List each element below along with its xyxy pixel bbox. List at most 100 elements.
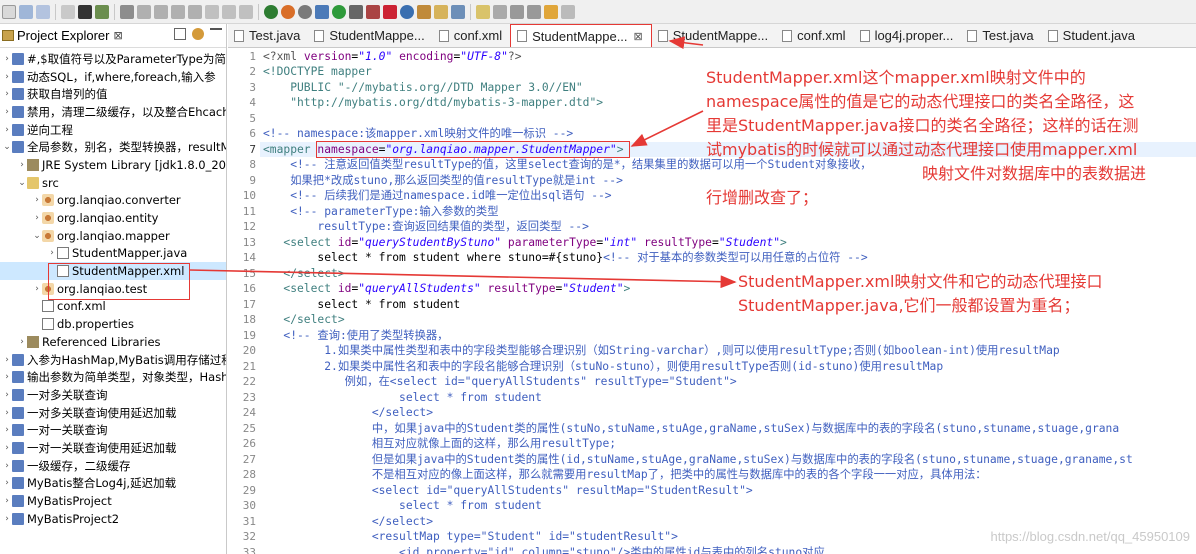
expand-arrow-icon[interactable]: › — [2, 514, 12, 524]
tree-item[interactable]: › 输出参数为简单类型，对象类型，Hash — [0, 368, 226, 386]
tree-item[interactable]: › org.lanqiao.test — [0, 280, 226, 298]
view-menu-icon[interactable] — [210, 28, 222, 40]
new-package-icon[interactable] — [417, 4, 431, 19]
tree-item[interactable]: › 一级缓存，二级缓存 — [0, 457, 226, 475]
expand-arrow-icon[interactable]: › — [17, 337, 27, 347]
tree-item[interactable]: › MyBatisProject — [0, 492, 226, 510]
tree-item[interactable]: › org.lanqiao.converter — [0, 192, 226, 210]
tree-item[interactable]: › 获取自增列的值 — [0, 85, 226, 103]
expand-arrow-icon[interactable]: › — [32, 213, 42, 223]
word-wrap-icon[interactable] — [493, 4, 507, 19]
editor-tab[interactable]: Student.java — [1042, 24, 1143, 47]
external-tools-icon[interactable] — [366, 4, 380, 19]
expand-arrow-icon[interactable]: › — [2, 372, 12, 382]
editor-tab[interactable]: StudentMappe... — [652, 24, 776, 47]
expand-arrow-icon[interactable]: › — [32, 284, 42, 294]
expand-arrow-icon[interactable]: › — [47, 248, 57, 258]
forward-icon[interactable] — [561, 4, 575, 19]
step-over-icon[interactable] — [222, 4, 236, 19]
editor-tab[interactable]: StudentMappe... — [308, 24, 432, 47]
line-number: 7 — [249, 142, 256, 156]
disconnect-icon[interactable] — [188, 4, 202, 19]
tree-item[interactable]: › 入参为HashMap,MyBatis调用存储过程 — [0, 351, 226, 369]
editor-tab[interactable]: log4j.proper... — [854, 24, 962, 47]
expand-arrow-icon[interactable]: ⌄ — [32, 231, 42, 241]
tree-item[interactable]: › StudentMapper.java — [0, 245, 226, 263]
expand-arrow-icon[interactable]: › — [2, 425, 12, 435]
server-icon[interactable] — [264, 4, 278, 19]
tree-item[interactable]: › org.lanqiao.entity — [0, 209, 226, 227]
expand-arrow-icon[interactable]: › — [2, 89, 12, 99]
annotation-prev-icon[interactable] — [527, 4, 541, 19]
tree-item[interactable]: ⌄ src — [0, 174, 226, 192]
expand-arrow-icon[interactable]: › — [2, 443, 12, 453]
tree-item[interactable]: › MyBatisProject2 — [0, 510, 226, 528]
maven-icon[interactable] — [281, 4, 295, 19]
save-all-icon[interactable] — [36, 4, 50, 19]
expand-arrow-icon[interactable]: › — [2, 355, 12, 365]
stop-icon[interactable] — [383, 4, 397, 19]
expand-arrow-icon[interactable]: › — [2, 408, 12, 418]
tree-item[interactable]: › 禁用，清理二级缓存，以及整合Ehcach — [0, 103, 226, 121]
print-icon[interactable] — [61, 4, 75, 19]
tree-item[interactable]: › #,$取值符号以及ParameterType为简 — [0, 50, 226, 68]
expand-arrow-icon[interactable]: › — [2, 107, 12, 117]
debug-config-icon[interactable] — [95, 4, 109, 19]
close-tab-icon[interactable]: ⊠ — [634, 30, 643, 43]
back-icon[interactable] — [544, 4, 558, 19]
editor-tab[interactable]: Test.java — [961, 24, 1041, 47]
expand-arrow-icon[interactable]: ⌄ — [17, 178, 27, 188]
gear-icon[interactable] — [298, 4, 312, 19]
terminal-icon[interactable] — [78, 4, 92, 19]
expand-arrow-icon[interactable]: ⌄ — [2, 142, 12, 152]
expand-arrow-icon[interactable]: › — [32, 195, 42, 205]
tree-item[interactable]: › 一对一关联查询 — [0, 421, 226, 439]
tree-item[interactable]: › 一对多关联查询使用延迟加载 — [0, 404, 226, 422]
tree-item[interactable]: StudentMapper.xml — [0, 262, 226, 280]
expand-arrow-icon[interactable]: › — [2, 478, 12, 488]
tree-item[interactable]: db.properties — [0, 315, 226, 333]
expand-arrow-icon[interactable]: › — [2, 125, 12, 135]
editor-tab[interactable]: conf.xml — [433, 24, 510, 47]
editor-tab[interactable]: conf.xml — [776, 24, 853, 47]
editor-tab[interactable]: StudentMappe... ⊠ — [510, 24, 652, 47]
skip-breakpoints-icon[interactable] — [120, 4, 134, 19]
tree-item[interactable]: › JRE System Library [jdk1.8.0_201] — [0, 156, 226, 174]
close-icon[interactable]: ⊠ — [113, 29, 122, 42]
link-editor-icon[interactable] — [192, 28, 204, 40]
new-file-icon[interactable] — [2, 4, 16, 19]
save-icon[interactable] — [19, 4, 33, 19]
debug-icon[interactable] — [315, 4, 329, 19]
tree-item[interactable]: ⌄ org.lanqiao.mapper — [0, 227, 226, 245]
tree-item[interactable]: conf.xml — [0, 298, 226, 316]
tree-item[interactable]: › 动态SQL，if,where,foreach,输入参 — [0, 68, 226, 86]
expand-arrow-icon[interactable]: › — [2, 390, 12, 400]
annotation-next-icon[interactable] — [510, 4, 524, 19]
mark-occurrences-icon[interactable] — [476, 4, 490, 19]
resume-icon[interactable] — [137, 4, 151, 19]
tree-item[interactable]: › Referenced Libraries — [0, 333, 226, 351]
open-type-icon[interactable] — [434, 4, 448, 19]
search-icon[interactable] — [451, 4, 465, 19]
collapse-all-icon[interactable] — [174, 28, 186, 40]
tree-item[interactable]: › 一对多关联查询 — [0, 386, 226, 404]
terminate-icon[interactable] — [171, 4, 185, 19]
editor-tab[interactable]: Test.java — [228, 24, 308, 47]
tree-item[interactable]: ⌄ 全局参数，别名，类型转换器，resultM — [0, 138, 226, 156]
expand-arrow-icon[interactable]: › — [17, 160, 27, 170]
tree-item-label: conf.xml — [57, 299, 106, 314]
line-number: 30 — [242, 499, 256, 512]
run-icon[interactable] — [332, 4, 346, 19]
tree-item[interactable]: › 一对一关联查询使用延迟加载 — [0, 439, 226, 457]
suspend-icon[interactable] — [154, 4, 168, 19]
tree-item[interactable]: › 逆向工程 — [0, 121, 226, 139]
step-return-icon[interactable] — [239, 4, 253, 19]
tree-item[interactable]: › MyBatis整合Log4j,延迟加载 — [0, 475, 226, 493]
step-into-icon[interactable] — [205, 4, 219, 19]
new-class-icon[interactable] — [400, 4, 414, 19]
expand-arrow-icon[interactable]: › — [2, 496, 12, 506]
run-menu-icon[interactable] — [349, 4, 363, 19]
expand-arrow-icon[interactable]: › — [2, 54, 12, 64]
expand-arrow-icon[interactable]: › — [2, 72, 12, 82]
expand-arrow-icon[interactable]: › — [2, 461, 12, 471]
